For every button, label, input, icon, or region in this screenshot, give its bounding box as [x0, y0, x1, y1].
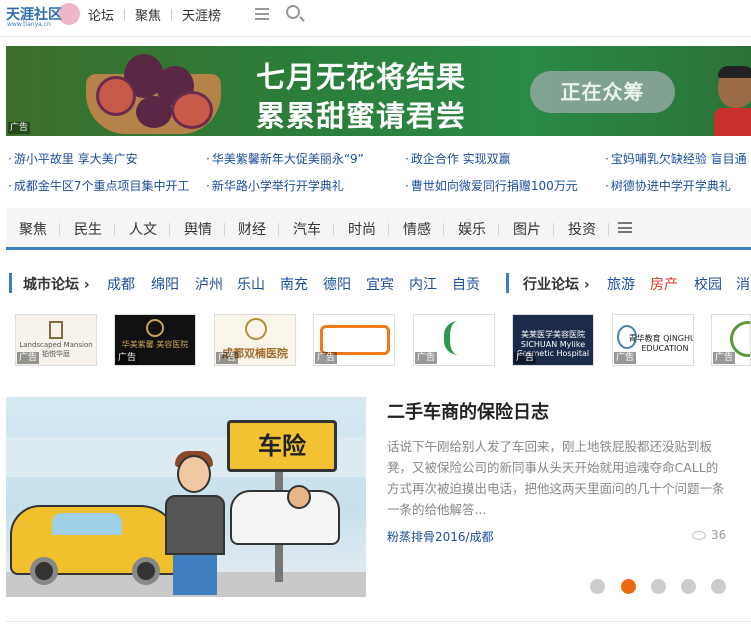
menu-icon[interactable]	[255, 8, 269, 20]
industry-link[interactable]: 校园	[694, 274, 722, 294]
carousel-dot[interactable]	[651, 579, 666, 594]
nav-rank[interactable]: 天涯榜	[182, 5, 221, 24]
article-views: 36	[711, 528, 727, 542]
carousel-dot[interactable]	[590, 579, 605, 594]
city-link[interactable]: 德阳	[323, 274, 351, 294]
carousel-dot[interactable]	[711, 579, 726, 594]
article-title[interactable]: 二手车商的保险日志	[387, 398, 549, 424]
banner-ad[interactable]: 七月无花将结果 累累甜蜜请君尝 正在众筹 广告	[6, 46, 751, 136]
nav-forum[interactable]: 论坛	[88, 5, 114, 24]
logo-ads: Landscaped Mansion 铂悦华庭 广告 华美紫馨 美容医院 广告 …	[15, 314, 751, 366]
news-link[interactable]: 成都金牛区7个重点项目集中开工	[8, 177, 190, 194]
city-forum-heading[interactable]: 城市论坛	[23, 274, 90, 294]
city-link[interactable]: 乐山	[237, 274, 265, 294]
city-link[interactable]: 内江	[409, 274, 437, 294]
crowdfunding-button[interactable]: 正在众筹	[530, 71, 675, 113]
top-nav: 论坛 聚焦 天涯榜	[88, 5, 221, 24]
tab-category[interactable]: 图片	[513, 219, 541, 239]
news-link[interactable]: 曹世如向微爱同行捐赠100万元	[405, 177, 578, 194]
tab-category[interactable]: 聚焦	[19, 219, 47, 239]
logo-ad-shuangnan[interactable]: 成都双楠医院 广告	[214, 314, 296, 366]
header-divider	[0, 36, 751, 37]
white-car	[230, 490, 340, 545]
salesman-figure	[165, 451, 225, 595]
industry-link[interactable]: 旅游	[607, 274, 635, 294]
nav-focus[interactable]: 聚焦	[135, 5, 161, 24]
tab-category[interactable]: 财经	[238, 219, 266, 239]
news-link[interactable]: 政企合作 实现双赢	[405, 150, 511, 167]
tab-category[interactable]: 人文	[129, 219, 157, 239]
city-link[interactable]: 宜宾	[366, 274, 394, 294]
news-link[interactable]: 宝妈哺乳欠缺经验 盲目通	[605, 150, 747, 167]
logo-url: www.tianya.cn	[7, 21, 51, 28]
news-link[interactable]: 新华路小学举行开学典礼	[206, 177, 344, 194]
logo-ad-orange[interactable]: 广告	[313, 314, 395, 366]
farmer-photo	[714, 66, 751, 136]
more-categories-icon[interactable]	[618, 222, 632, 233]
industry-link[interactable]: 房产	[650, 274, 678, 294]
article-description: 话说下午刚给别人发了车回来，刚上地铁屁股都还没贴到板凳，又被保险公司的新同事从头…	[387, 439, 725, 517]
category-bar: 聚焦 民生 人文 舆情 财经 汽车 时尚 情感 娱乐 图片 投资	[6, 208, 751, 250]
article-author[interactable]: 粉蒸排骨2016/成都	[387, 528, 494, 545]
logo-ad-qinghua[interactable]: 青华教育 QINGHUA EDUCATION 广告	[612, 314, 694, 366]
tianya-logo[interactable]: 天涯社区 www.tianya.cn	[6, 3, 80, 29]
search-icon[interactable]	[286, 5, 300, 19]
logo-ad-mansion[interactable]: Landscaped Mansion 铂悦华庭 广告	[15, 314, 97, 366]
logo-ad-partial[interactable]: 广告	[711, 314, 751, 366]
top-header: 天涯社区 www.tianya.cn 论坛 聚焦 天涯榜	[0, 0, 751, 30]
tab-category[interactable]: 娱乐	[458, 219, 486, 239]
ad-label: 广告	[8, 122, 31, 134]
tab-category[interactable]: 汽车	[293, 219, 321, 239]
city-link[interactable]: 南充	[280, 274, 308, 294]
tab-category[interactable]: 民生	[74, 219, 102, 239]
tab-category[interactable]: 时尚	[348, 219, 376, 239]
news-link[interactable]: 游小平故里 享大美广安	[8, 150, 138, 167]
industry-forum-heading[interactable]: 行业论坛	[523, 274, 590, 294]
insurance-sign: 车险	[227, 420, 337, 472]
city-link[interactable]: 成都	[107, 274, 135, 294]
banner-line2: 累累甜蜜请君尝	[256, 99, 467, 133]
news-link[interactable]: 华美紫馨新年大促美丽永“9”	[206, 150, 364, 167]
logo-ad-green[interactable]: 广告	[413, 314, 495, 366]
city-link[interactable]: 绵阳	[151, 274, 179, 294]
carousel-dot[interactable]	[681, 579, 696, 594]
logo-ad-mylike[interactable]: 美莱医学美容医院 SICHUAN Mylike Cosmetic Hospita…	[512, 314, 594, 366]
industry-link[interactable]: 消	[736, 274, 750, 294]
city-link[interactable]: 泸州	[195, 274, 223, 294]
news-link[interactable]: 树德协进中学开学典礼	[605, 177, 731, 194]
tab-category[interactable]: 舆情	[184, 219, 212, 239]
yellow-car	[10, 505, 180, 585]
forum-row: 城市论坛 成都 绵阳 泸州 乐山 南充 德阳 宜宾 内江 自贡 行业论坛 旅游 …	[6, 273, 751, 295]
city-link[interactable]: 自贡	[452, 274, 480, 294]
banner-line1: 七月无花将结果	[256, 60, 467, 94]
logo-ad-huamei[interactable]: 华美紫馨 美容医院 广告	[114, 314, 196, 366]
views-eye-icon	[692, 531, 706, 540]
tab-category[interactable]: 投资	[568, 219, 596, 239]
tab-category[interactable]: 情感	[403, 219, 431, 239]
carousel-dot-active[interactable]	[621, 579, 636, 594]
